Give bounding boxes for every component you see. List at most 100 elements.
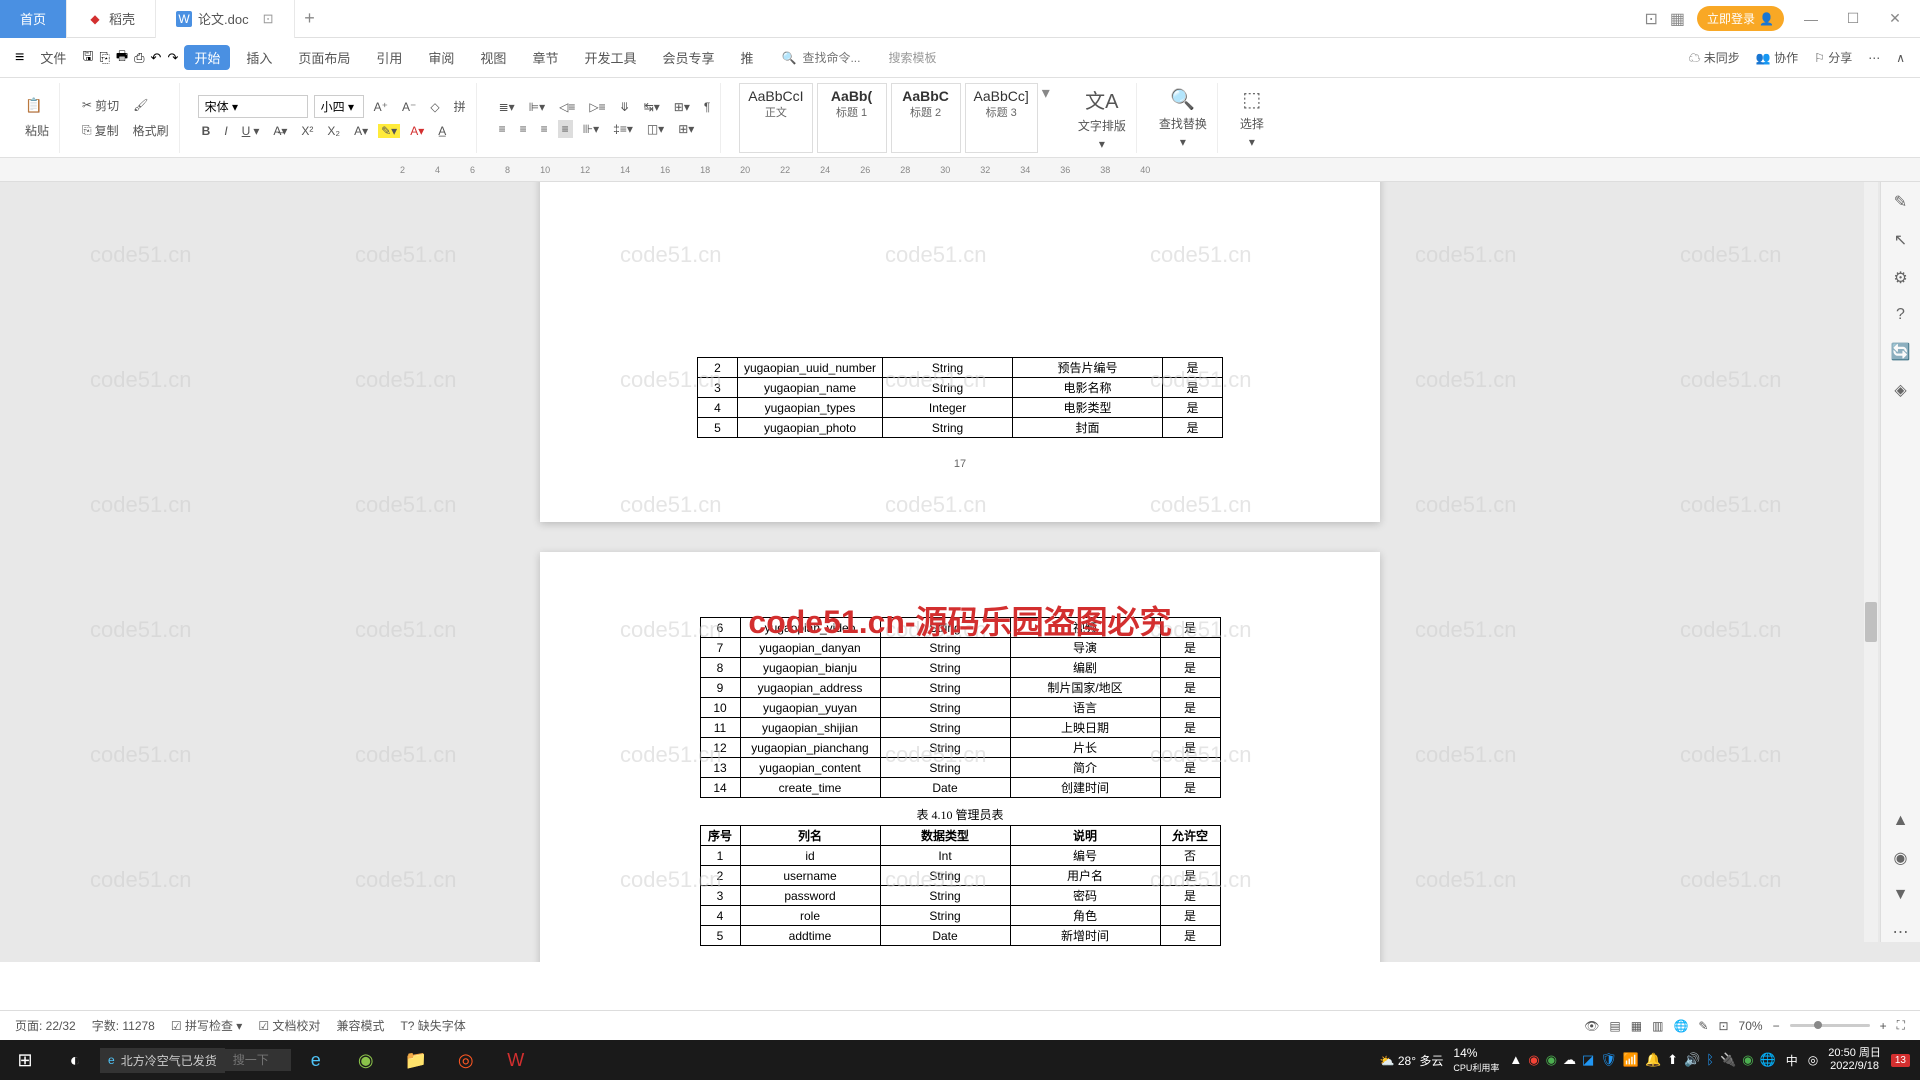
bullets[interactable]: ≣▾ — [495, 98, 519, 116]
eye-icon[interactable]: 👁 — [1584, 1019, 1599, 1033]
minimize-button[interactable]: — — [1796, 11, 1826, 27]
paste-button[interactable]: 📋 — [21, 95, 53, 116]
print-icon[interactable]: 🖶 — [116, 47, 128, 69]
app-icon[interactable]: ◎ — [441, 1040, 491, 1080]
style-h1[interactable]: AaBb(标题 1 — [817, 83, 887, 153]
snap[interactable]: ⊞▾ — [670, 98, 694, 116]
grid-icon[interactable]: ⊡ — [1645, 9, 1658, 29]
cut-button[interactable]: ✂ 剪切 — [78, 95, 123, 116]
shrink-font[interactable]: A⁻ — [398, 98, 420, 116]
align-justify[interactable]: ≡ — [558, 120, 573, 138]
copy-button[interactable]: ⎘ 复制 — [78, 120, 123, 141]
nav-down-icon[interactable]: ▼ — [1893, 886, 1909, 904]
select-button[interactable]: ⬚选择▾ — [1236, 85, 1268, 151]
tray-icon[interactable]: 🌐 — [1760, 1052, 1776, 1068]
maximize-button[interactable]: ☐ — [1838, 10, 1868, 27]
tray-icon[interactable]: ▲ — [1509, 1052, 1522, 1068]
show-marks[interactable]: ¶ — [700, 98, 714, 116]
start-button[interactable]: ⊞ — [0, 1040, 50, 1080]
taskbar-search-input[interactable] — [233, 1053, 283, 1067]
font-color[interactable]: A▾ — [406, 122, 428, 140]
tray-icon[interactable]: ◉ — [1528, 1052, 1539, 1068]
pen-icon[interactable]: ✎ — [1894, 192, 1907, 212]
superscript[interactable]: X² — [297, 122, 317, 140]
more-dots-icon[interactable]: ⋯ — [1893, 922, 1909, 942]
zoom-value[interactable]: 70% — [1739, 1019, 1763, 1033]
scrollbar[interactable] — [1864, 182, 1878, 942]
tab-document[interactable]: W论文.doc⊡ — [156, 0, 294, 38]
menu-ref[interactable]: 引用 — [366, 45, 412, 70]
highlight-button[interactable]: ✎▾ — [378, 124, 400, 138]
missing-font[interactable]: T? 缺失字体 — [400, 1017, 465, 1034]
chevron-up-icon[interactable]: ∧ — [1896, 51, 1905, 65]
brush-large[interactable]: 🖌 — [129, 96, 152, 114]
strike-button[interactable]: A̶▾ — [269, 122, 291, 140]
ruler[interactable]: 246810121416182022242628303234363840 — [0, 158, 1920, 182]
tray-icon[interactable]: ⬆ — [1667, 1052, 1678, 1068]
tray-icon[interactable]: ◎ — [1808, 1053, 1818, 1067]
explorer-icon[interactable]: 📁 — [391, 1040, 441, 1080]
borders[interactable]: ⊞▾ — [674, 120, 698, 138]
browser-icon[interactable]: ◉ — [341, 1040, 391, 1080]
pin-icon[interactable]: ⊡ — [263, 11, 274, 27]
menu-layout[interactable]: 页面布局 — [288, 45, 360, 70]
cpu-widget[interactable]: 14%CPU利用率 — [1453, 1046, 1499, 1074]
tray-icon[interactable]: ◪ — [1582, 1052, 1594, 1068]
redo-icon[interactable]: ↷ — [167, 50, 178, 66]
tray-icon[interactable]: 🛡 — [1600, 1052, 1617, 1068]
menu-start[interactable]: 开始 — [184, 45, 230, 70]
diamond-icon[interactable]: ◈ — [1894, 380, 1906, 400]
align-right[interactable]: ≡ — [537, 120, 552, 138]
menu-more[interactable]: 推 — [730, 45, 763, 70]
tab-home[interactable]: 首页 — [0, 0, 67, 38]
italic-button[interactable]: I — [220, 122, 231, 140]
web-view-icon[interactable]: 🌐 — [1673, 1019, 1688, 1033]
collab-button[interactable]: 👥 协作 — [1756, 49, 1798, 66]
shading[interactable]: ◫▾ — [643, 120, 668, 138]
styles-more[interactable]: ▾ — [1042, 83, 1050, 153]
distribute[interactable]: ⊪▾ — [579, 120, 603, 138]
menu-vip[interactable]: 会员专享 — [652, 45, 724, 70]
login-button[interactable]: 立即登录👤 — [1697, 6, 1784, 31]
weather-widget[interactable]: ⛅ 28° 多云 — [1380, 1052, 1444, 1069]
numbering[interactable]: ⊫▾ — [525, 98, 549, 116]
bluetooth-icon[interactable]: ᛒ — [1706, 1052, 1714, 1068]
wps-icon[interactable]: W — [491, 1040, 541, 1080]
align-left[interactable]: ≡ — [495, 120, 510, 138]
edge-icon[interactable]: e — [291, 1040, 341, 1080]
indent[interactable]: ▷≡ — [585, 98, 609, 116]
word-count[interactable]: 字数: 11278 — [92, 1017, 155, 1034]
command-search[interactable]: 🔍搜索模板 — [782, 49, 937, 66]
zoom-slider[interactable] — [1790, 1024, 1870, 1027]
menu-icon[interactable]: ≡ — [15, 49, 24, 67]
more-icon[interactable]: ⋯ — [1868, 51, 1880, 65]
subscript[interactable]: X₂ — [323, 122, 344, 140]
new-tab-button[interactable]: + — [295, 8, 325, 29]
cursor-icon[interactable]: ↖ — [1894, 230, 1907, 250]
zoom-in[interactable]: + — [1880, 1019, 1887, 1033]
pinyin[interactable]: 拼 — [450, 96, 470, 117]
search-input[interactable] — [802, 51, 882, 65]
tray-icon[interactable]: ☁ — [1563, 1052, 1576, 1068]
fit-icon[interactable]: ⊡ — [1718, 1019, 1728, 1033]
styles-gallery[interactable]: AaBbCcI正文 AaBb(标题 1 AaBbC标题 2 AaBbCc]标题 … — [733, 83, 1056, 153]
convert-icon[interactable]: 🔄 — [1891, 342, 1911, 362]
nav-page-icon[interactable]: ◉ — [1894, 848, 1908, 868]
tab-docker[interactable]: ◆稻壳 — [67, 0, 156, 38]
tray-icon[interactable]: 🔊 — [1684, 1052, 1700, 1068]
align-center[interactable]: ≡ — [516, 120, 531, 138]
tray-icon[interactable]: ◉ — [1742, 1052, 1753, 1068]
save-icon[interactable]: 🖫 — [82, 47, 93, 69]
sort[interactable]: ⤋ — [616, 98, 634, 116]
style-h2[interactable]: AaBbC标题 2 — [891, 83, 961, 153]
menu-review[interactable]: 审阅 — [418, 45, 464, 70]
size-select[interactable]: 小四 ▾ — [314, 95, 364, 118]
grow-font[interactable]: A⁺ — [370, 98, 392, 116]
fullscreen-icon[interactable]: ⛶ — [1897, 1018, 1905, 1033]
char-border[interactable]: A̲ — [434, 122, 450, 140]
preview-icon[interactable]: ⎙ — [134, 50, 144, 66]
proof-button[interactable]: ☑ 文档校对 — [258, 1017, 320, 1034]
apps-icon[interactable]: ▦ — [1670, 9, 1685, 29]
font-select[interactable]: 宋体 ▾ — [198, 95, 308, 118]
menu-file[interactable]: 文件 — [30, 45, 76, 70]
